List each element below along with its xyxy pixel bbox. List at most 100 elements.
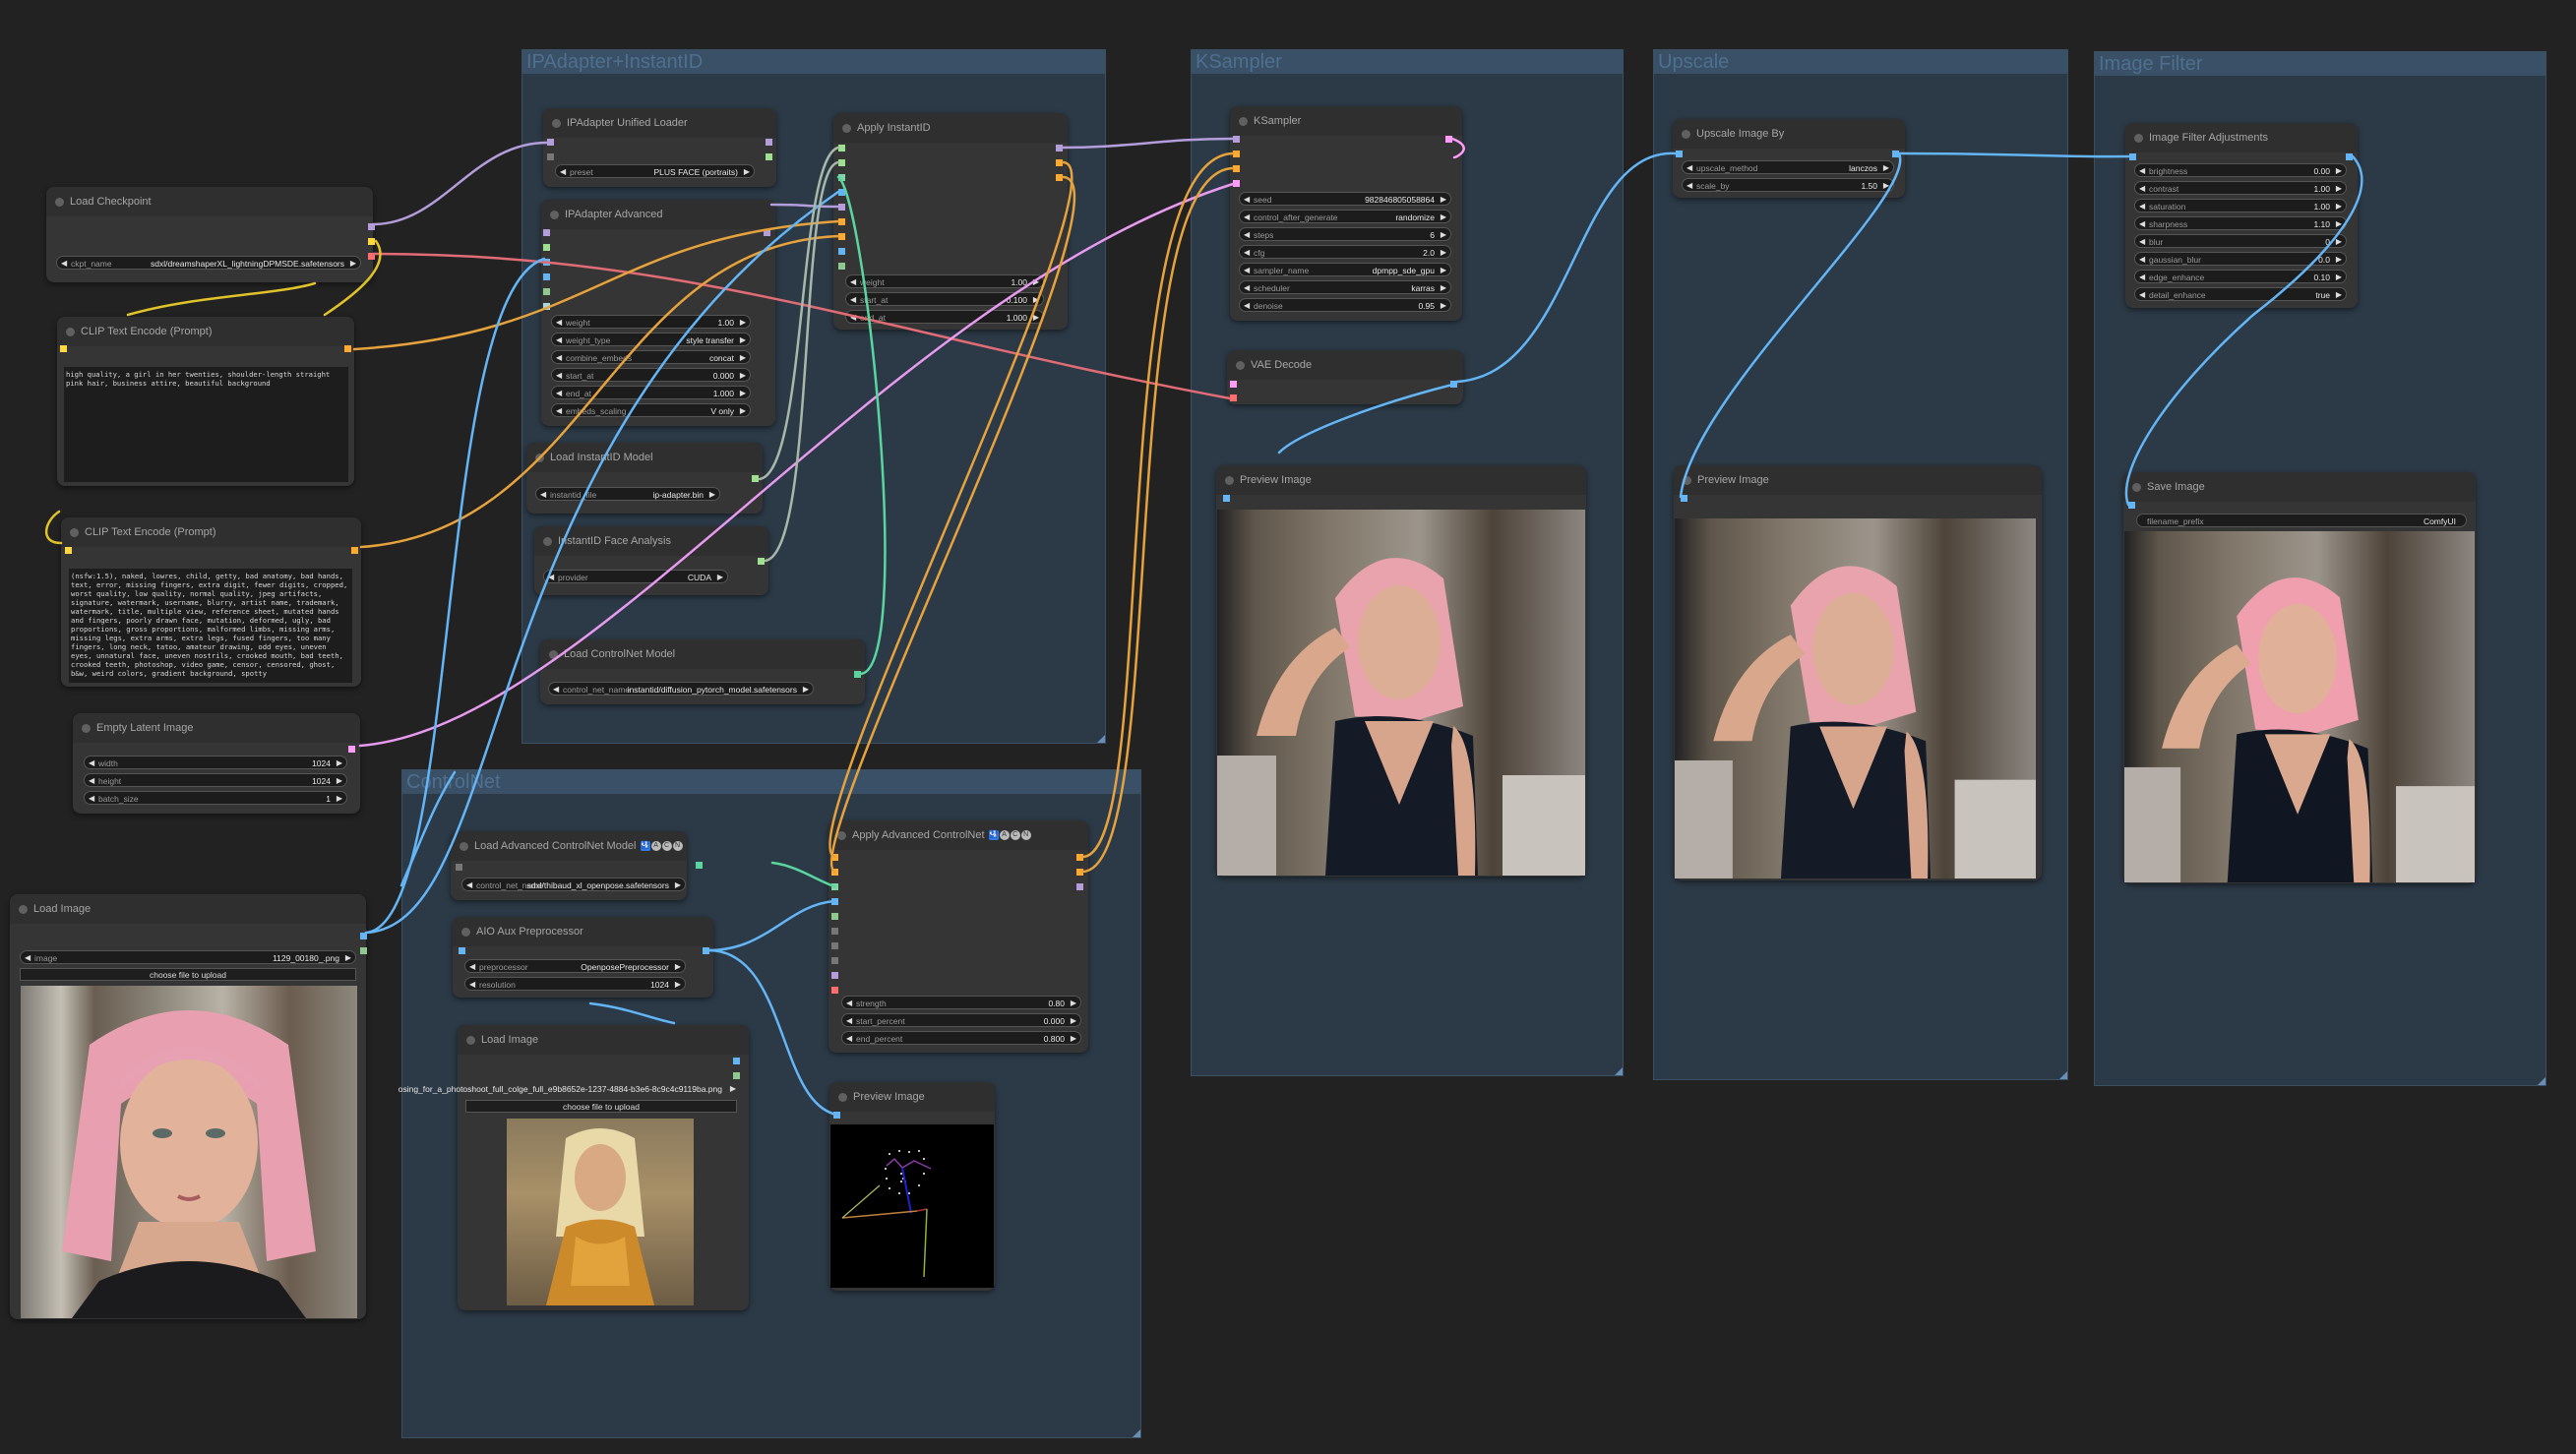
- arrow-left-icon[interactable]: ◀: [1244, 264, 1250, 275]
- widget-instantid-file[interactable]: ◀ instantid_file ip-adapter.bin ▶: [535, 487, 720, 501]
- node-apply-instantid[interactable]: Apply InstantID ◀ weight 1.00 ▶ ◀ start_at 0.…: [833, 113, 1068, 330]
- group-resize-handle[interactable]: [2059, 1071, 2067, 1079]
- output-slot-image[interactable]: [703, 947, 709, 954]
- group-title[interactable]: IPAdapter+InstantID: [522, 50, 1105, 74]
- widget-embeds-scaling[interactable]: ◀ embeds_scaling V only ▶: [551, 403, 751, 417]
- widget-saturation[interactable]: ◀ saturation 1.00 ▶: [2134, 199, 2347, 212]
- node-title[interactable]: Empty Latent Image: [73, 713, 360, 743]
- arrow-right-icon[interactable]: ▶: [2336, 182, 2342, 194]
- widget-scheduler[interactable]: ◀ scheduler karras ▶: [1239, 280, 1451, 294]
- group-title[interactable]: Upscale: [1654, 50, 2067, 74]
- node-empty-latent-image[interactable]: Empty Latent Image ◀ width 1024 ▶ ◀ height 10…: [73, 713, 360, 814]
- collapse-dot-icon[interactable]: [837, 831, 846, 840]
- node-title[interactable]: IPAdapter Advanced: [541, 200, 775, 229]
- arrow-left-icon[interactable]: ◀: [1244, 193, 1250, 205]
- node-load-advanced-controlnet-model[interactable]: Load Advanced ControlNet Model 🛂 A C N ◀ con…: [451, 831, 703, 900]
- arrow-left-icon[interactable]: ◀: [556, 404, 562, 416]
- node-title[interactable]: Load ControlNet Model: [540, 639, 865, 669]
- collapse-dot-icon[interactable]: [2132, 483, 2141, 492]
- collapse-dot-icon[interactable]: [549, 650, 558, 659]
- input-slot-negative[interactable]: [838, 233, 845, 240]
- arrow-left-icon[interactable]: ◀: [850, 293, 856, 305]
- collapse-dot-icon[interactable]: [1682, 130, 1690, 139]
- arrow-left-icon[interactable]: ◀: [556, 316, 562, 328]
- arrow-right-icon[interactable]: ▶: [1441, 246, 1446, 258]
- widget-brightness[interactable]: ◀ brightness 0.00 ▶: [2134, 163, 2347, 177]
- collapse-dot-icon[interactable]: [82, 724, 91, 733]
- output-slot-clip[interactable]: [368, 238, 375, 245]
- node-title[interactable]: Apply Advanced ControlNet 🛂 A C N: [828, 820, 1088, 850]
- group-resize-handle[interactable]: [2538, 1077, 2545, 1085]
- input-slot-vae-optional[interactable]: [831, 987, 838, 994]
- arrow-left-icon[interactable]: ◀: [466, 878, 472, 890]
- collapse-dot-icon[interactable]: [550, 211, 559, 219]
- output-slot-conditioning[interactable]: [344, 345, 351, 352]
- arrow-right-icon[interactable]: ▶: [1441, 193, 1446, 205]
- input-slot-negative[interactable]: [1233, 165, 1240, 172]
- arrow-right-icon[interactable]: ▶: [2336, 200, 2342, 212]
- input-slot-images[interactable]: [1223, 495, 1230, 502]
- node-load-instantid-model[interactable]: Load InstantID Model ◀ instantid_file ip-a…: [526, 443, 763, 514]
- input-slot-mask-optional[interactable]: [831, 913, 838, 920]
- input-slot-control-net[interactable]: [831, 883, 838, 890]
- output-slot-image[interactable]: [1892, 151, 1899, 157]
- arrow-right-icon[interactable]: ▶: [337, 792, 342, 804]
- arrow-left-icon[interactable]: ◀: [850, 311, 856, 323]
- node-title[interactable]: Apply InstantID: [833, 113, 1068, 143]
- collapse-dot-icon[interactable]: [1225, 476, 1234, 485]
- arrow-right-icon[interactable]: ▶: [1071, 997, 1076, 1008]
- arrow-right-icon[interactable]: ▶: [1441, 299, 1446, 311]
- output-slot-image[interactable]: [2346, 153, 2353, 160]
- widget-end-at[interactable]: ◀ end_at 1.000 ▶: [845, 310, 1044, 324]
- widget-strength[interactable]: ◀ strength 0.80 ▶: [841, 996, 1081, 1009]
- arrow-right-icon[interactable]: ▶: [740, 369, 746, 381]
- node-aio-aux-preprocessor[interactable]: AIO Aux Preprocessor ◀ preprocessor Openpo…: [453, 917, 713, 998]
- input-slot-clip[interactable]: [65, 547, 72, 554]
- widget-weight[interactable]: ◀ weight 1.00 ▶: [845, 274, 1044, 288]
- collapse-dot-icon[interactable]: [466, 1036, 475, 1045]
- arrow-right-icon[interactable]: ▶: [675, 878, 681, 890]
- collapse-dot-icon[interactable]: [460, 842, 468, 851]
- output-slot-mask[interactable]: [733, 1072, 740, 1079]
- arrow-right-icon[interactable]: ▶: [2336, 235, 2342, 247]
- output-slot-vae[interactable]: [368, 253, 375, 260]
- arrow-right-icon[interactable]: ▶: [2336, 288, 2342, 300]
- input-slot-timestep-kf[interactable]: [831, 928, 838, 935]
- widget-blur[interactable]: ◀ blur 0 ▶: [2134, 234, 2347, 248]
- node-title[interactable]: Preview Image: [1674, 465, 2042, 495]
- input-slot-mask[interactable]: [838, 263, 845, 270]
- arrow-right-icon[interactable]: ▶: [717, 571, 723, 582]
- arrow-right-icon[interactable]: ▶: [740, 316, 746, 328]
- arrow-left-icon[interactable]: ◀: [560, 165, 566, 177]
- input-slot-insightface[interactable]: [838, 159, 845, 166]
- arrow-left-icon[interactable]: ◀: [556, 369, 562, 381]
- arrow-left-icon[interactable]: ◀: [556, 387, 562, 398]
- node-preview-image-upscale[interactable]: Preview Image: [1674, 465, 2042, 880]
- output-slot-negative[interactable]: [1076, 869, 1083, 876]
- node-title[interactable]: Save Image: [2123, 472, 2476, 502]
- arrow-right-icon[interactable]: ▶: [1071, 1014, 1076, 1026]
- arrow-left-icon[interactable]: ◀: [1244, 211, 1250, 222]
- widget-seed[interactable]: ◀ seed 982846805058864 ▶: [1239, 192, 1451, 206]
- arrow-left-icon[interactable]: ◀: [469, 978, 475, 990]
- arrow-left-icon[interactable]: ◀: [2139, 235, 2145, 247]
- prompt-textarea[interactable]: high quality, a girl in her twenties, sh…: [64, 367, 348, 482]
- input-slot-positive[interactable]: [838, 218, 845, 225]
- arrow-left-icon[interactable]: ◀: [540, 488, 546, 500]
- node-upscale-image-by[interactable]: Upscale Image By ◀ upscale_method lanczos ▶…: [1673, 119, 1905, 198]
- prompt-textarea[interactable]: (nsfw:1.5), naked, lowres, child, getty,…: [69, 569, 352, 683]
- widget-image-filename[interactable]: osing_for_a_photoshoot_full_colge_full_e…: [366, 1082, 740, 1096]
- input-slot-negative[interactable]: [831, 869, 838, 876]
- node-preview-image-pose[interactable]: Preview Image: [829, 1082, 995, 1291]
- input-slot-image-kps[interactable]: [838, 248, 845, 255]
- arrow-right-icon[interactable]: ▶: [1033, 275, 1039, 287]
- input-slot-control-net[interactable]: [838, 174, 845, 181]
- arrow-right-icon[interactable]: ▶: [1441, 264, 1446, 275]
- input-slot-image-negative[interactable]: [543, 273, 550, 280]
- arrow-left-icon[interactable]: ◀: [2139, 182, 2145, 194]
- input-slot-images[interactable]: [1681, 495, 1687, 502]
- arrow-left-icon[interactable]: ◀: [556, 333, 562, 345]
- output-slot-ipadapter[interactable]: [766, 153, 772, 160]
- arrow-right-icon[interactable]: ▶: [2336, 253, 2342, 265]
- widget-edge-enhance[interactable]: ◀ edge_enhance 0.10 ▶: [2134, 270, 2347, 283]
